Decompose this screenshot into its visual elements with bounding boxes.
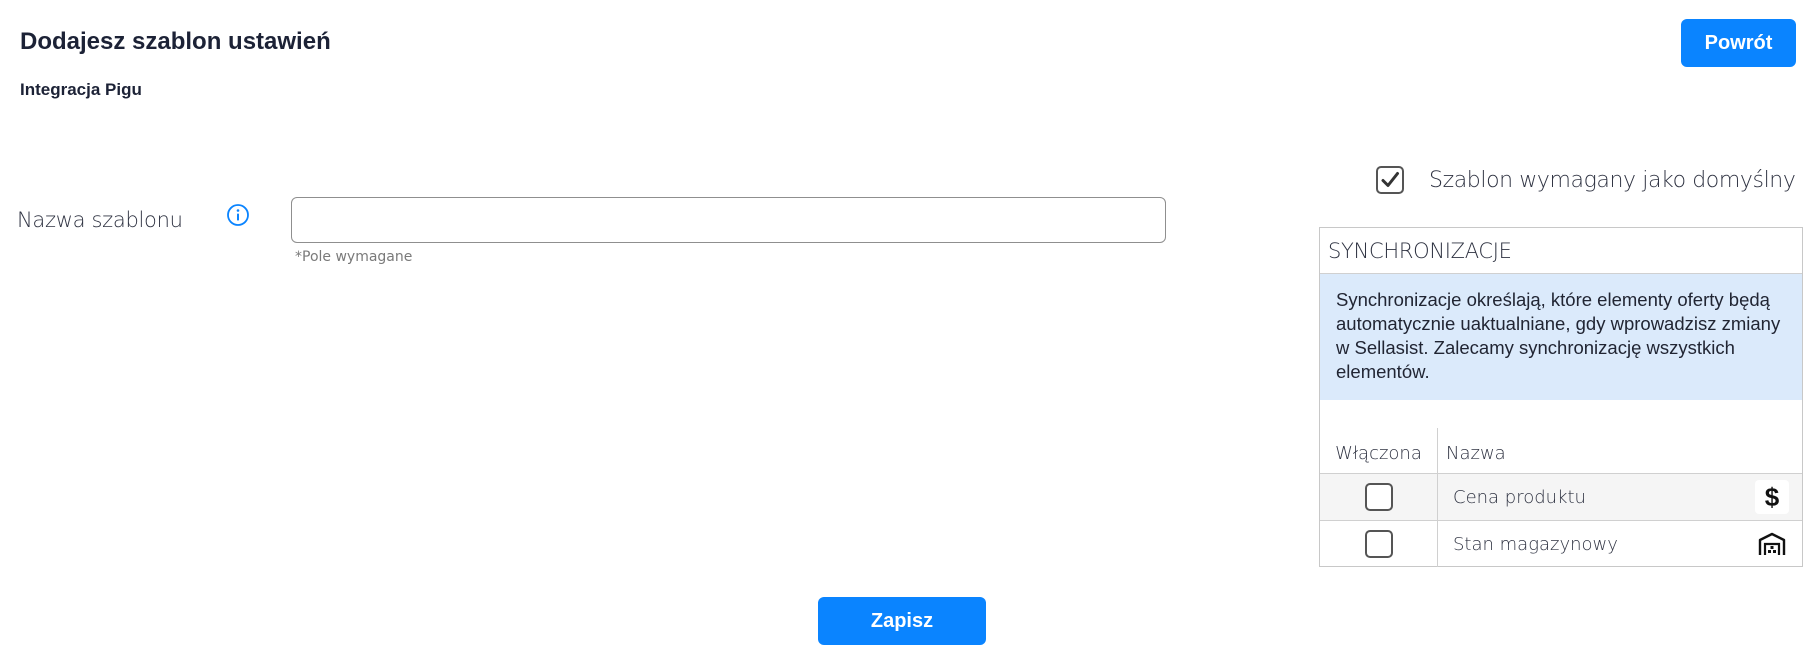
page-subtitle: Integracja Pigu — [20, 80, 142, 99]
svg-text:$: $ — [1765, 483, 1780, 511]
sync-price-checkbox[interactable] — [1364, 483, 1393, 511]
sync-row-name: Cena produktu — [1453, 486, 1586, 508]
sync-panel-title: SYNCHRONIZACJE — [1320, 228, 1802, 274]
table-row: Cena produktu $ — [1320, 474, 1802, 521]
checkmark-icon — [1381, 172, 1399, 187]
sync-info-box: Synchronizacje określają, które elementy… — [1320, 274, 1802, 400]
required-hint: *Pole wymagane — [295, 249, 413, 265]
default-template-label[interactable]: Szablon wymagany jako domyślny — [1429, 168, 1796, 193]
warehouse-icon — [1755, 527, 1789, 561]
template-name-input[interactable] — [291, 197, 1166, 243]
column-header-name: Nazwa — [1446, 443, 1506, 464]
dollar-icon: $ — [1755, 480, 1789, 514]
back-button[interactable]: Powrót — [1681, 19, 1796, 67]
sync-table-header: Włączona Nazwa — [1320, 428, 1802, 474]
info-icon[interactable] — [226, 203, 250, 227]
sync-stock-checkbox[interactable] — [1364, 530, 1393, 558]
sync-table: Włączona Nazwa Cena produktu $ Stan maga… — [1320, 428, 1802, 567]
sync-row-name: Stan magazynowy — [1453, 533, 1618, 555]
save-button[interactable]: Zapisz — [818, 597, 986, 645]
template-name-label: Nazwa szablonu — [17, 208, 183, 232]
default-template-checkbox[interactable] — [1376, 166, 1404, 194]
page-title: Dodajesz szablon ustawień — [20, 28, 331, 55]
table-row: Stan magazynowy — [1320, 521, 1802, 567]
sync-panel: SYNCHRONIZACJE Synchronizacje określają,… — [1319, 227, 1803, 567]
column-header-enabled: Włączona — [1320, 428, 1438, 473]
